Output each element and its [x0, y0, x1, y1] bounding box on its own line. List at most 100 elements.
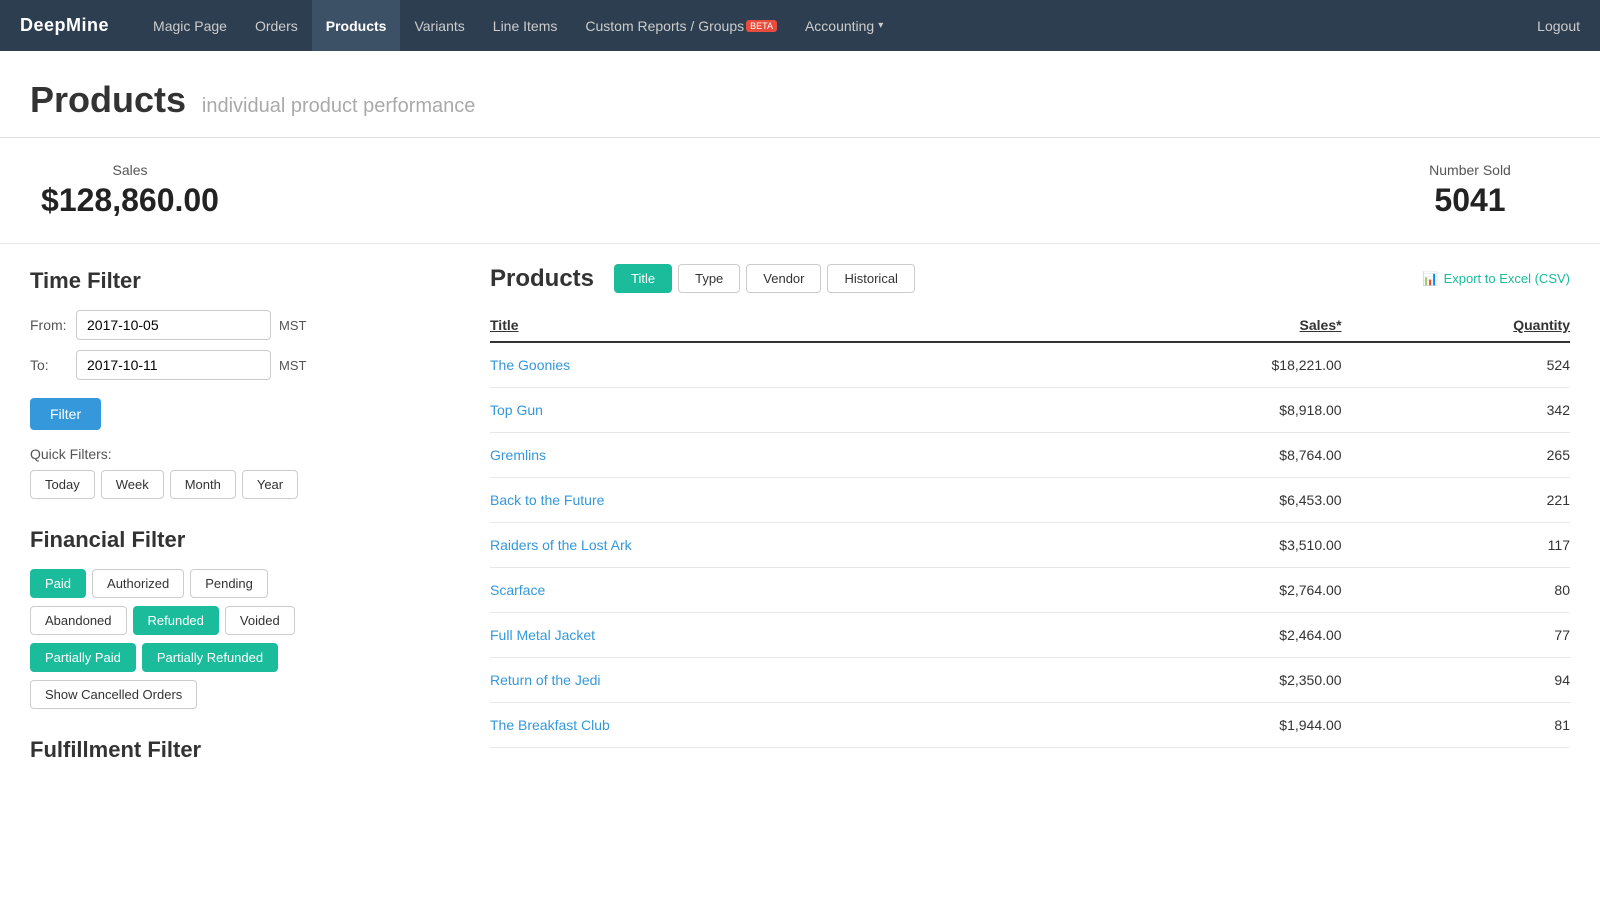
accounting-dropdown-icon: ▾	[878, 20, 883, 31]
product-quantity: 80	[1342, 568, 1570, 613]
stats-bar: Sales $128,860.00 Number Sold 5041	[0, 138, 1600, 244]
fulfillment-filter-section: Fulfillment Filter	[30, 737, 430, 763]
product-quantity: 77	[1342, 613, 1570, 658]
financial-pending[interactable]: Pending	[190, 569, 268, 598]
product-sales: $8,764.00	[1060, 433, 1342, 478]
number-sold-value: 5041	[1370, 182, 1570, 219]
nav-links: Magic Page Orders Products Variants Line…	[139, 0, 1537, 51]
products-section-title: Products	[490, 265, 594, 293]
to-input[interactable]	[76, 350, 271, 380]
from-input[interactable]	[76, 310, 271, 340]
product-sales: $2,764.00	[1060, 568, 1342, 613]
product-sales: $6,453.00	[1060, 478, 1342, 523]
product-quantity: 524	[1342, 342, 1570, 388]
financial-filter-row3: Partially Paid Partially Refunded	[30, 643, 430, 672]
table-row: Back to the Future $6,453.00 221	[490, 478, 1570, 523]
nav-accounting[interactable]: Accounting ▾	[791, 0, 897, 51]
view-buttons: Title Type Vendor Historical	[614, 264, 915, 293]
main-layout: Time Filter From: MST To: MST Filter Qui…	[0, 244, 1600, 815]
view-historical[interactable]: Historical	[827, 264, 914, 293]
view-type[interactable]: Type	[678, 264, 740, 293]
financial-filter-row2: Abandoned Refunded Voided	[30, 606, 430, 635]
financial-authorized[interactable]: Authorized	[92, 569, 184, 598]
sales-label: Sales	[30, 162, 230, 178]
col-sales: Sales*	[1060, 309, 1342, 342]
excel-icon: 📊	[1422, 271, 1438, 287]
nav-orders[interactable]: Orders	[241, 0, 312, 51]
table-row: Return of the Jedi $2,350.00 94	[490, 658, 1570, 703]
product-sales: $3,510.00	[1060, 523, 1342, 568]
from-label: From:	[30, 317, 76, 333]
view-title[interactable]: Title	[614, 264, 672, 293]
product-link[interactable]: The Goonies	[490, 357, 570, 373]
financial-paid[interactable]: Paid	[30, 569, 86, 598]
to-tz: MST	[279, 358, 306, 373]
sidebar: Time Filter From: MST To: MST Filter Qui…	[0, 244, 460, 815]
nav-magic-page[interactable]: Magic Page	[139, 0, 241, 51]
financial-partially-paid[interactable]: Partially Paid	[30, 643, 136, 672]
nav-custom-reports[interactable]: Custom Reports / GroupsBETA	[571, 0, 791, 51]
sales-stat: Sales $128,860.00	[30, 162, 230, 219]
from-tz: MST	[279, 318, 306, 333]
financial-filter-title: Financial Filter	[30, 527, 430, 553]
financial-refunded[interactable]: Refunded	[133, 606, 219, 635]
financial-filter-row1: Paid Authorized Pending	[30, 569, 430, 598]
table-header-row: Title Sales* Quantity	[490, 309, 1570, 342]
time-filter-section: Time Filter From: MST To: MST Filter Qui…	[30, 268, 430, 499]
number-sold-label: Number Sold	[1370, 162, 1570, 178]
time-filter-title: Time Filter	[30, 268, 430, 294]
table-row: The Breakfast Club $1,944.00 81	[490, 703, 1570, 748]
to-label: To:	[30, 357, 76, 373]
products-table: Title Sales* Quantity The Goonies $18,22…	[490, 309, 1570, 748]
page-subtitle: individual product performance	[202, 95, 476, 117]
content-area: Products Title Type Vendor Historical 📊 …	[460, 244, 1600, 815]
product-link[interactable]: Full Metal Jacket	[490, 627, 595, 643]
product-quantity: 221	[1342, 478, 1570, 523]
from-row: From: MST	[30, 310, 430, 340]
page-header: Products individual product performance	[0, 51, 1600, 138]
logout-button[interactable]: Logout	[1537, 18, 1580, 34]
nav-products[interactable]: Products	[312, 0, 401, 51]
view-vendor[interactable]: Vendor	[746, 264, 821, 293]
quick-year[interactable]: Year	[242, 470, 298, 499]
nav-line-items[interactable]: Line Items	[479, 0, 572, 51]
table-row: Top Gun $8,918.00 342	[490, 388, 1570, 433]
financial-filter-section: Financial Filter Paid Authorized Pending…	[30, 527, 430, 709]
quick-today[interactable]: Today	[30, 470, 95, 499]
financial-show-cancelled[interactable]: Show Cancelled Orders	[30, 680, 197, 709]
page-title: Products	[30, 79, 186, 120]
quick-month[interactable]: Month	[170, 470, 236, 499]
table-row: Gremlins $8,764.00 265	[490, 433, 1570, 478]
table-row: The Goonies $18,221.00 524	[490, 342, 1570, 388]
fulfillment-filter-title: Fulfillment Filter	[30, 737, 430, 763]
product-link[interactable]: The Breakfast Club	[490, 717, 610, 733]
product-link[interactable]: Top Gun	[490, 402, 543, 418]
product-sales: $2,350.00	[1060, 658, 1342, 703]
number-sold-stat: Number Sold 5041	[1370, 162, 1570, 219]
nav-variants[interactable]: Variants	[400, 0, 478, 51]
product-sales: $2,464.00	[1060, 613, 1342, 658]
product-sales: $1,944.00	[1060, 703, 1342, 748]
navigation: DeepMine Magic Page Orders Products Vari…	[0, 0, 1600, 51]
table-row: Raiders of the Lost Ark $3,510.00 117	[490, 523, 1570, 568]
product-quantity: 342	[1342, 388, 1570, 433]
table-row: Scarface $2,764.00 80	[490, 568, 1570, 613]
product-link[interactable]: Scarface	[490, 582, 545, 598]
product-link[interactable]: Gremlins	[490, 447, 546, 463]
financial-abandoned[interactable]: Abandoned	[30, 606, 127, 635]
to-row: To: MST	[30, 350, 430, 380]
col-title: Title	[490, 309, 1060, 342]
product-link[interactable]: Return of the Jedi	[490, 672, 601, 688]
product-quantity: 81	[1342, 703, 1570, 748]
financial-voided[interactable]: Voided	[225, 606, 295, 635]
quick-week[interactable]: Week	[101, 470, 164, 499]
quick-filter-buttons: Today Week Month Year	[30, 470, 430, 499]
export-button[interactable]: 📊 Export to Excel (CSV)	[1422, 271, 1570, 287]
financial-partially-refunded[interactable]: Partially Refunded	[142, 643, 278, 672]
filter-button[interactable]: Filter	[30, 398, 101, 430]
table-row: Full Metal Jacket $2,464.00 77	[490, 613, 1570, 658]
financial-filter-row4: Show Cancelled Orders	[30, 680, 430, 709]
product-sales: $8,918.00	[1060, 388, 1342, 433]
product-link[interactable]: Back to the Future	[490, 492, 604, 508]
product-link[interactable]: Raiders of the Lost Ark	[490, 537, 632, 553]
